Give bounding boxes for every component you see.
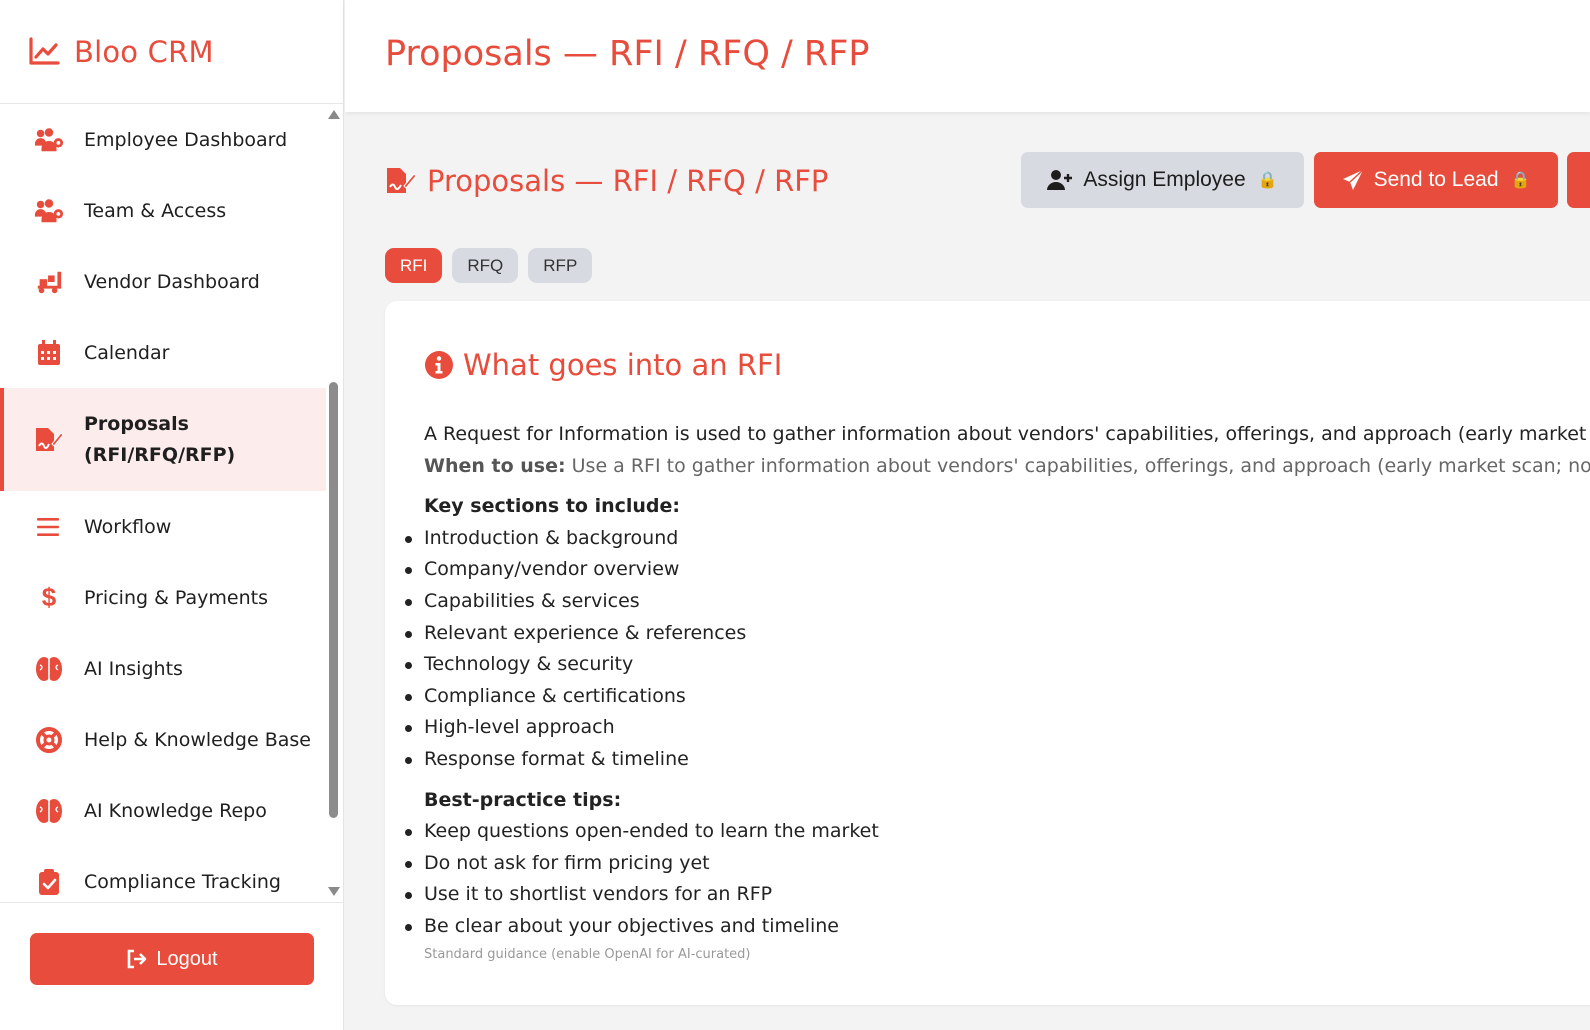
sidebar-item-label: Pricing & Payments [84, 586, 269, 609]
logout-label: Logout [156, 947, 218, 970]
main-content: Proposals — RFI / RFQ / RFP Assign Emplo… [345, 112, 1590, 1030]
sign-out-icon [128, 949, 147, 969]
sidebar-item-label: Workflow [84, 515, 172, 538]
card-body: A Request for Information is used to gat… [405, 419, 1590, 965]
list-item: Introduction & background [405, 523, 1590, 555]
brand-name: Bloo CRM [74, 34, 214, 69]
clipboard-check-icon [34, 867, 64, 897]
sidebar-item-label: AI Insights [84, 657, 183, 680]
list-item: Response format & timeline [405, 744, 1590, 776]
when-to-use-text: Use a RFI to gather information about ve… [571, 454, 1590, 477]
list-item: Compliance & certifications [405, 681, 1590, 713]
logout-button[interactable]: Logout [30, 933, 314, 985]
top-header: Proposals — RFI / RFQ / RFP [345, 0, 1590, 112]
users-gear-icon [34, 125, 64, 155]
proposal-tabs: RFI RFQ RFP [385, 248, 602, 283]
sidebar-item-ai-insights[interactable]: AI Insights [0, 633, 326, 704]
sidebar-item-vendor-dashboard[interactable]: Vendor Dashboard [0, 246, 326, 317]
guidance-note: Standard guidance (enable OpenAI for AI-… [424, 946, 751, 962]
list-item: Keep questions open-ended to learn the m… [405, 816, 1590, 848]
list-item: High-level approach [405, 712, 1590, 744]
sidebar-item-label: Vendor Dashboard [84, 270, 260, 293]
list-item: Capabilities & services [405, 586, 1590, 618]
card-title-text: What goes into an RFI [463, 348, 783, 382]
sidebar-item-label: Calendar [84, 341, 170, 364]
list-item: Use it to shortlist vendors for an RFP [405, 879, 1590, 911]
lock-icon: 🔒 [1510, 172, 1531, 189]
send-to-lead-button[interactable]: Send to Lead 🔒 [1314, 152, 1558, 208]
chart-line-icon [29, 36, 60, 65]
tab-rfi[interactable]: RFI [385, 248, 443, 283]
life-ring-icon [34, 725, 64, 755]
sidebar-item-label: Help & Knowledge Base [84, 728, 311, 751]
file-signature-icon [34, 425, 64, 455]
user-plus-icon [1047, 170, 1073, 190]
tab-rfq[interactable]: RFQ [452, 248, 519, 283]
assign-employee-label: Assign Employee [1083, 168, 1246, 191]
calendar-icon [34, 338, 64, 368]
sidebar-item-team-access[interactable]: Team & Access [0, 175, 326, 246]
sidebar-item-proposals[interactable]: Proposals (RFI/RFQ/RFP) [0, 388, 326, 491]
sidebar-item-label: Employee Dashboard [84, 128, 288, 151]
sidebar-item-pricing[interactable]: $ Pricing & Payments [0, 562, 326, 633]
file-signature-icon [387, 168, 417, 193]
key-sections-heading: Key sections to include: [424, 495, 681, 518]
sidebar: Bloo CRM Employee Dashboard Team & Acces… [0, 0, 344, 1030]
rfi-intro: A Request for Information is used to gat… [424, 423, 1590, 445]
tips-heading: Best-practice tips: [424, 788, 622, 811]
truck-ramp-icon [34, 267, 64, 297]
paper-plane-icon [1342, 169, 1364, 190]
list-item: Technology & security [405, 649, 1590, 681]
brand[interactable]: Bloo CRM [0, 0, 344, 104]
sidebar-item-help[interactable]: Help & Knowledge Base [0, 704, 326, 775]
page-title: Proposals — RFI / RFQ / RFP [385, 34, 870, 74]
tips-list: Keep questions open-ended to learn the m… [405, 816, 1590, 943]
sidebar-item-label: Proposals (RFI/RFQ/RFP) [84, 409, 235, 471]
sidebar-item-label: AI Knowledge Repo [84, 799, 267, 822]
list-item: Be clear about your objectives and timel… [405, 911, 1590, 943]
sidebar-item-label: Compliance Tracking [84, 870, 281, 893]
lock-icon: 🔒 [1257, 172, 1278, 189]
more-actions-button[interactable] [1567, 152, 1590, 208]
when-to-use-label: When to use: [424, 454, 566, 477]
scroll-down-arrow-icon[interactable] [328, 887, 340, 896]
list-item: Do not ask for firm pricing yet [405, 848, 1590, 880]
sidebar-item-employee-dashboard[interactable]: Employee Dashboard [0, 104, 326, 175]
list-item: Relevant experience & references [405, 618, 1590, 650]
scroll-up-arrow-icon[interactable] [328, 110, 340, 119]
sidebar-item-label: Team & Access [84, 199, 227, 222]
send-to-lead-label: Send to Lead [1373, 168, 1499, 191]
sidebar-item-workflow[interactable]: Workflow [0, 491, 326, 562]
sidebar-item-ai-knowledge-repo[interactable]: AI Knowledge Repo [0, 775, 326, 846]
sidebar-item-compliance[interactable]: Compliance Tracking [0, 846, 326, 902]
brain-icon [34, 796, 64, 826]
sidebar-footer: Logout [0, 902, 344, 1030]
dollar-icon: $ [41, 582, 57, 612]
tab-rfp[interactable]: RFP [528, 248, 593, 283]
sidebar-item-calendar[interactable]: Calendar [0, 317, 326, 388]
section-title: Proposals — RFI / RFQ / RFP [385, 164, 828, 198]
key-sections-list: Introduction & background Company/vendor… [405, 523, 1590, 776]
users-gear-icon [34, 196, 64, 226]
section-title-text: Proposals — RFI / RFQ / RFP [427, 164, 829, 198]
brain-icon [34, 654, 64, 684]
scrollbar-thumb[interactable] [329, 382, 338, 818]
when-to-use: When to use: Use a RFI to gather informa… [424, 451, 1590, 483]
sidebar-item-label-line1: Proposals [84, 412, 189, 435]
sidebar-scrollbar[interactable] [326, 104, 342, 902]
rfi-guidance-card: What goes into an RFI A Request for Info… [385, 301, 1590, 1005]
bars-icon [34, 512, 64, 542]
card-title: What goes into an RFI [424, 348, 782, 382]
assign-employee-button[interactable]: Assign Employee 🔒 [1021, 152, 1304, 208]
sidebar-item-label-line2: (RFI/RFQ/RFP) [84, 443, 236, 466]
sidebar-nav: Employee Dashboard Team & Access Vendor … [0, 104, 326, 902]
info-circle-icon [425, 351, 453, 379]
list-item: Company/vendor overview [405, 554, 1590, 586]
